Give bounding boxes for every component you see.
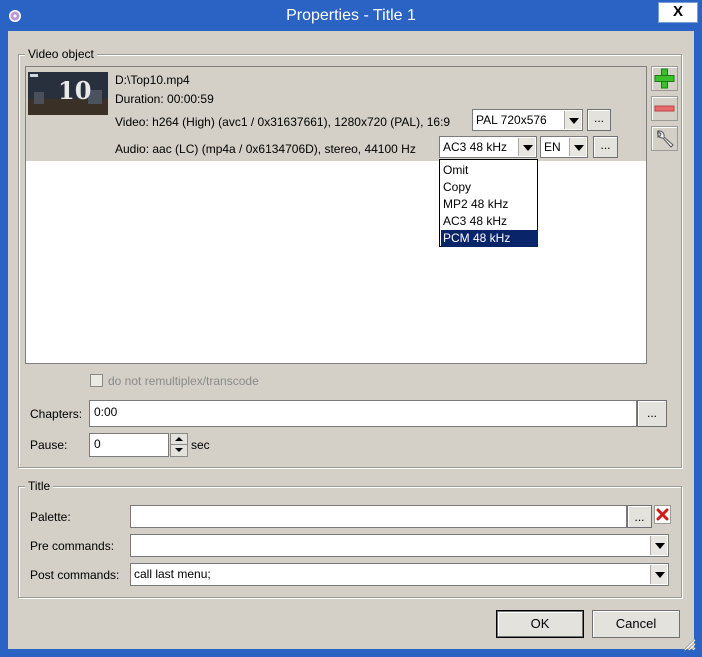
post-commands-combo[interactable]: call last menu; — [130, 563, 669, 586]
thumbnail-number: 10 — [58, 76, 92, 105]
video-format-select[interactable]: PAL 720x576 — [472, 109, 583, 131]
title-legend: Title — [25, 479, 54, 493]
audio-option-pcm[interactable]: PCM 48 kHz — [441, 230, 538, 247]
chevron-up-icon[interactable] — [171, 434, 187, 445]
no-remux-label: do not remultiplex/transcode — [108, 374, 259, 388]
window-title: Properties - Title 1 — [286, 7, 416, 24]
chapters-input[interactable]: 0:00 — [89, 400, 637, 427]
close-button[interactable]: X — [658, 2, 698, 23]
palette-label: Palette: — [30, 510, 71, 524]
audio-option-omit[interactable]: Omit — [441, 162, 538, 179]
pause-stepper[interactable] — [170, 433, 188, 457]
resize-grip-icon[interactable] — [682, 637, 696, 651]
palette-input[interactable] — [130, 505, 627, 528]
video-object-legend: Video object — [25, 47, 97, 61]
plus-icon — [654, 68, 675, 89]
chapters-label: Chapters: — [30, 407, 83, 421]
audio-format-value: AC3 48 kHz — [443, 140, 508, 154]
pre-commands-combo[interactable] — [130, 534, 669, 557]
video-stream-info: Video: h264 (High) (avc1 / 0x31637661), … — [115, 115, 451, 129]
minus-icon — [654, 105, 675, 112]
video-file-path: D:\Top10.mp4 — [115, 73, 190, 87]
cancel-button[interactable]: Cancel — [592, 610, 680, 638]
post-commands-value: call last menu; — [134, 567, 211, 581]
post-commands-label: Post commands: — [30, 568, 120, 582]
audio-language-value: EN — [544, 140, 561, 154]
wrench-icon — [657, 130, 674, 148]
audio-stream-info: Audio: aac (LC) (mp4a / 0x6134706D), ste… — [115, 142, 416, 156]
chapters-value: 0:00 — [94, 405, 118, 419]
video-duration: Duration: 00:00:59 — [115, 92, 214, 106]
pause-value: 0 — [94, 437, 101, 451]
audio-settings-button[interactable]: ... — [593, 136, 618, 158]
add-button[interactable] — [651, 66, 678, 91]
x-icon — [656, 508, 669, 521]
pause-input[interactable]: 0 — [89, 433, 169, 457]
ok-button[interactable]: OK — [496, 610, 584, 638]
video-format-value: PAL 720x576 — [476, 113, 547, 127]
audio-option-ac3[interactable]: AC3 48 kHz — [441, 213, 538, 230]
chevron-down-icon[interactable] — [650, 565, 667, 584]
pre-commands-label: Pre commands: — [30, 539, 115, 553]
chevron-down-icon[interactable] — [564, 111, 581, 129]
settings-button[interactable] — [651, 126, 678, 151]
video-thumbnail: 10 — [28, 72, 108, 115]
chevron-down-icon[interactable] — [518, 138, 535, 156]
palette-browse-button[interactable]: ... — [627, 505, 652, 528]
palette-clear-button[interactable] — [654, 505, 671, 524]
audio-format-select[interactable]: AC3 48 kHz — [439, 136, 537, 158]
audio-format-dropdown: Omit Copy MP2 48 kHz AC3 48 kHz PCM 48 k… — [439, 159, 538, 247]
remove-button[interactable] — [651, 96, 678, 121]
chevron-down-icon[interactable] — [650, 536, 667, 555]
chevron-down-icon[interactable] — [171, 445, 187, 456]
no-remux-checkbox[interactable] — [90, 374, 103, 387]
audio-option-copy[interactable]: Copy — [441, 179, 538, 196]
chevron-down-icon[interactable] — [569, 138, 586, 156]
pause-unit: sec — [191, 438, 210, 452]
audio-option-mp2[interactable]: MP2 48 kHz — [441, 196, 538, 213]
chapters-edit-button[interactable]: ... — [637, 400, 667, 427]
audio-language-select[interactable]: EN — [540, 136, 588, 158]
video-settings-button[interactable]: ... — [587, 109, 611, 131]
pause-label: Pause: — [30, 438, 68, 452]
